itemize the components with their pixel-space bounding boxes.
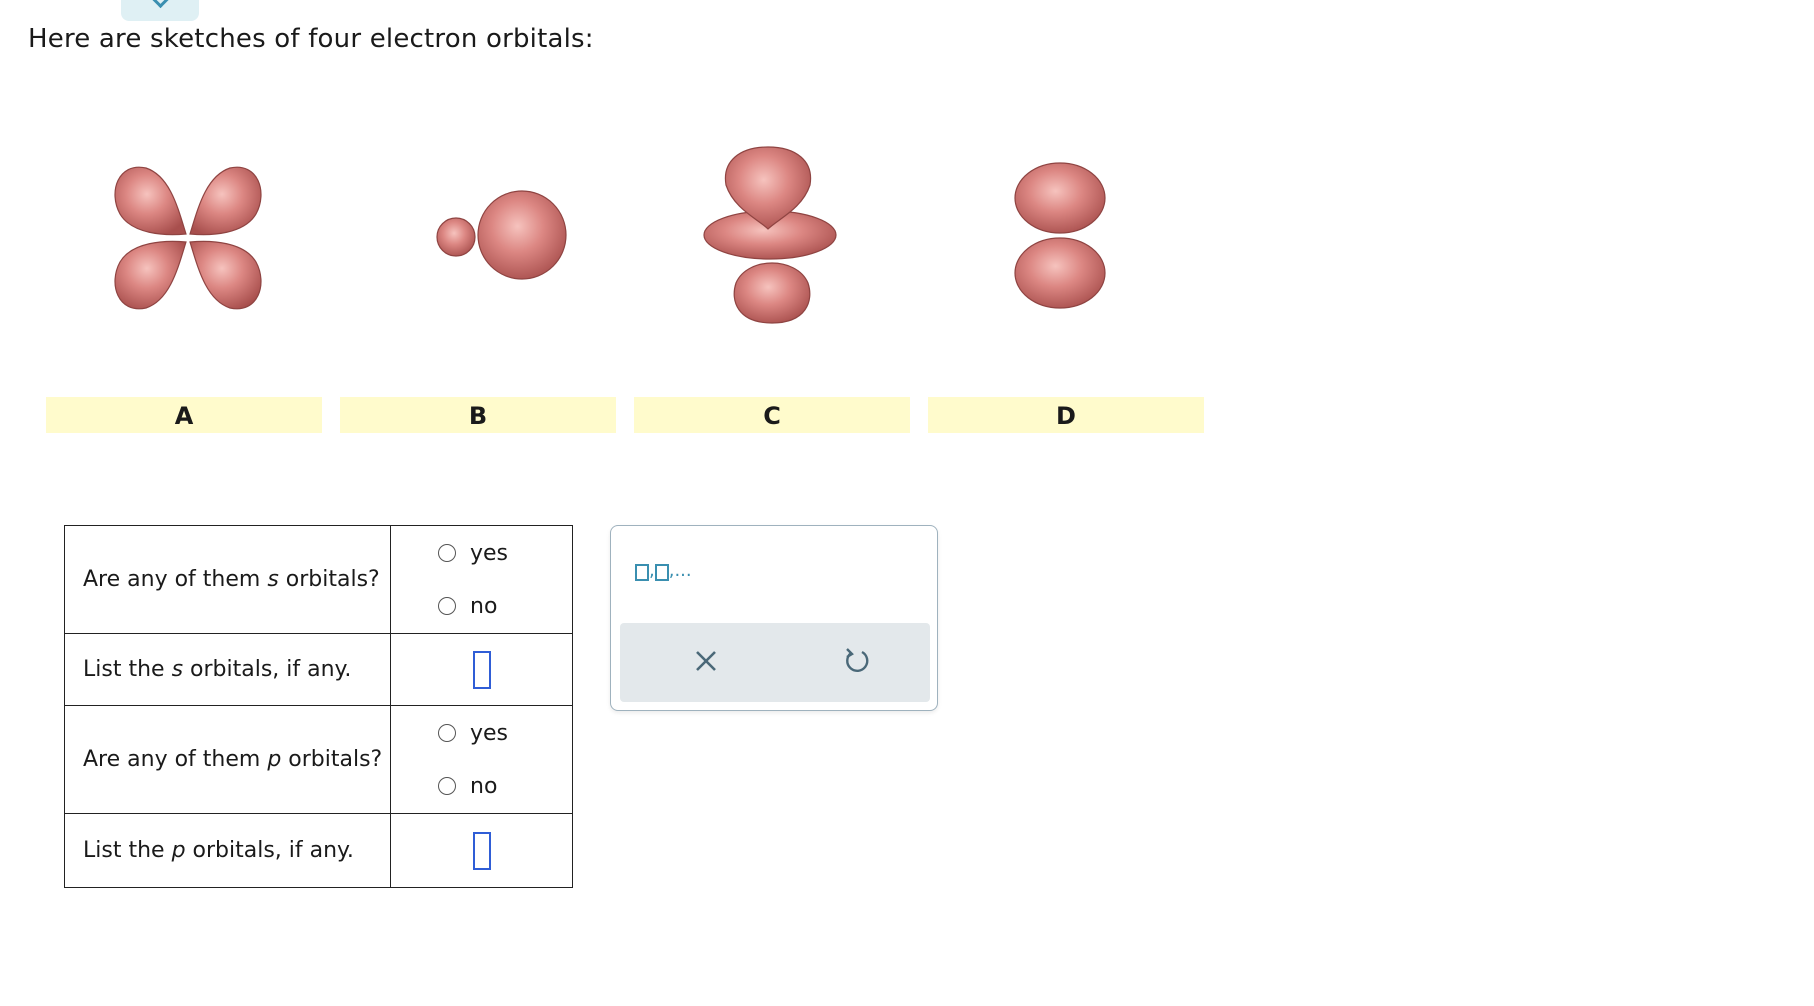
question-table: Are any of them s orbitals? yes no List … <box>64 525 573 888</box>
table-row: List the p orbitals, if any. <box>64 813 573 888</box>
orbital-a-image <box>114 166 262 310</box>
radio-p-yes[interactable]: yes <box>391 707 572 760</box>
orbital-label-a: A <box>46 397 322 433</box>
p-orbitals-answer-input[interactable] <box>472 831 491 870</box>
radio-s-yes[interactable]: yes <box>391 527 572 580</box>
question-prompt: Here are sketches of four electron orbit… <box>28 24 594 54</box>
orbital-c-image <box>703 146 837 324</box>
placeholder-square-icon <box>635 564 649 581</box>
table-row: Are any of them s orbitals? yes no <box>64 525 573 634</box>
undo-icon[interactable] <box>838 643 874 679</box>
table-row: Are any of them p orbitals? yes no <box>64 705 573 814</box>
s-orbitals-answer-input[interactable] <box>472 650 491 689</box>
radio-button[interactable] <box>438 544 456 562</box>
answer-toolbox: , ,... <box>610 525 938 711</box>
collapse-tab[interactable] <box>121 0 199 21</box>
toolbox-actions <box>620 623 930 702</box>
table-row: List the s orbitals, if any. <box>64 633 573 706</box>
radio-p-no[interactable]: no <box>391 760 572 813</box>
radio-s-no[interactable]: no <box>391 580 572 633</box>
clear-icon[interactable] <box>688 643 724 679</box>
chevron-down-icon <box>149 0 172 9</box>
orbital-label-d: D <box>928 397 1204 433</box>
orbital-label-c: C <box>634 397 910 433</box>
list-template-button[interactable]: , ,... <box>635 560 692 581</box>
placeholder-square-icon <box>654 564 669 581</box>
question-list-s: List the s orbitals, if any. <box>64 633 391 706</box>
radio-button[interactable] <box>438 724 456 742</box>
orbital-d-image <box>1014 162 1106 309</box>
question-p-orbitals: Are any of them p orbitals? <box>64 705 391 814</box>
question-s-orbitals: Are any of them s orbitals? <box>64 525 391 634</box>
radio-button[interactable] <box>438 777 456 795</box>
question-list-p: List the p orbitals, if any. <box>64 813 391 888</box>
radio-button[interactable] <box>438 597 456 615</box>
orbital-label-b: B <box>340 397 616 433</box>
orbital-b-image <box>436 190 567 280</box>
